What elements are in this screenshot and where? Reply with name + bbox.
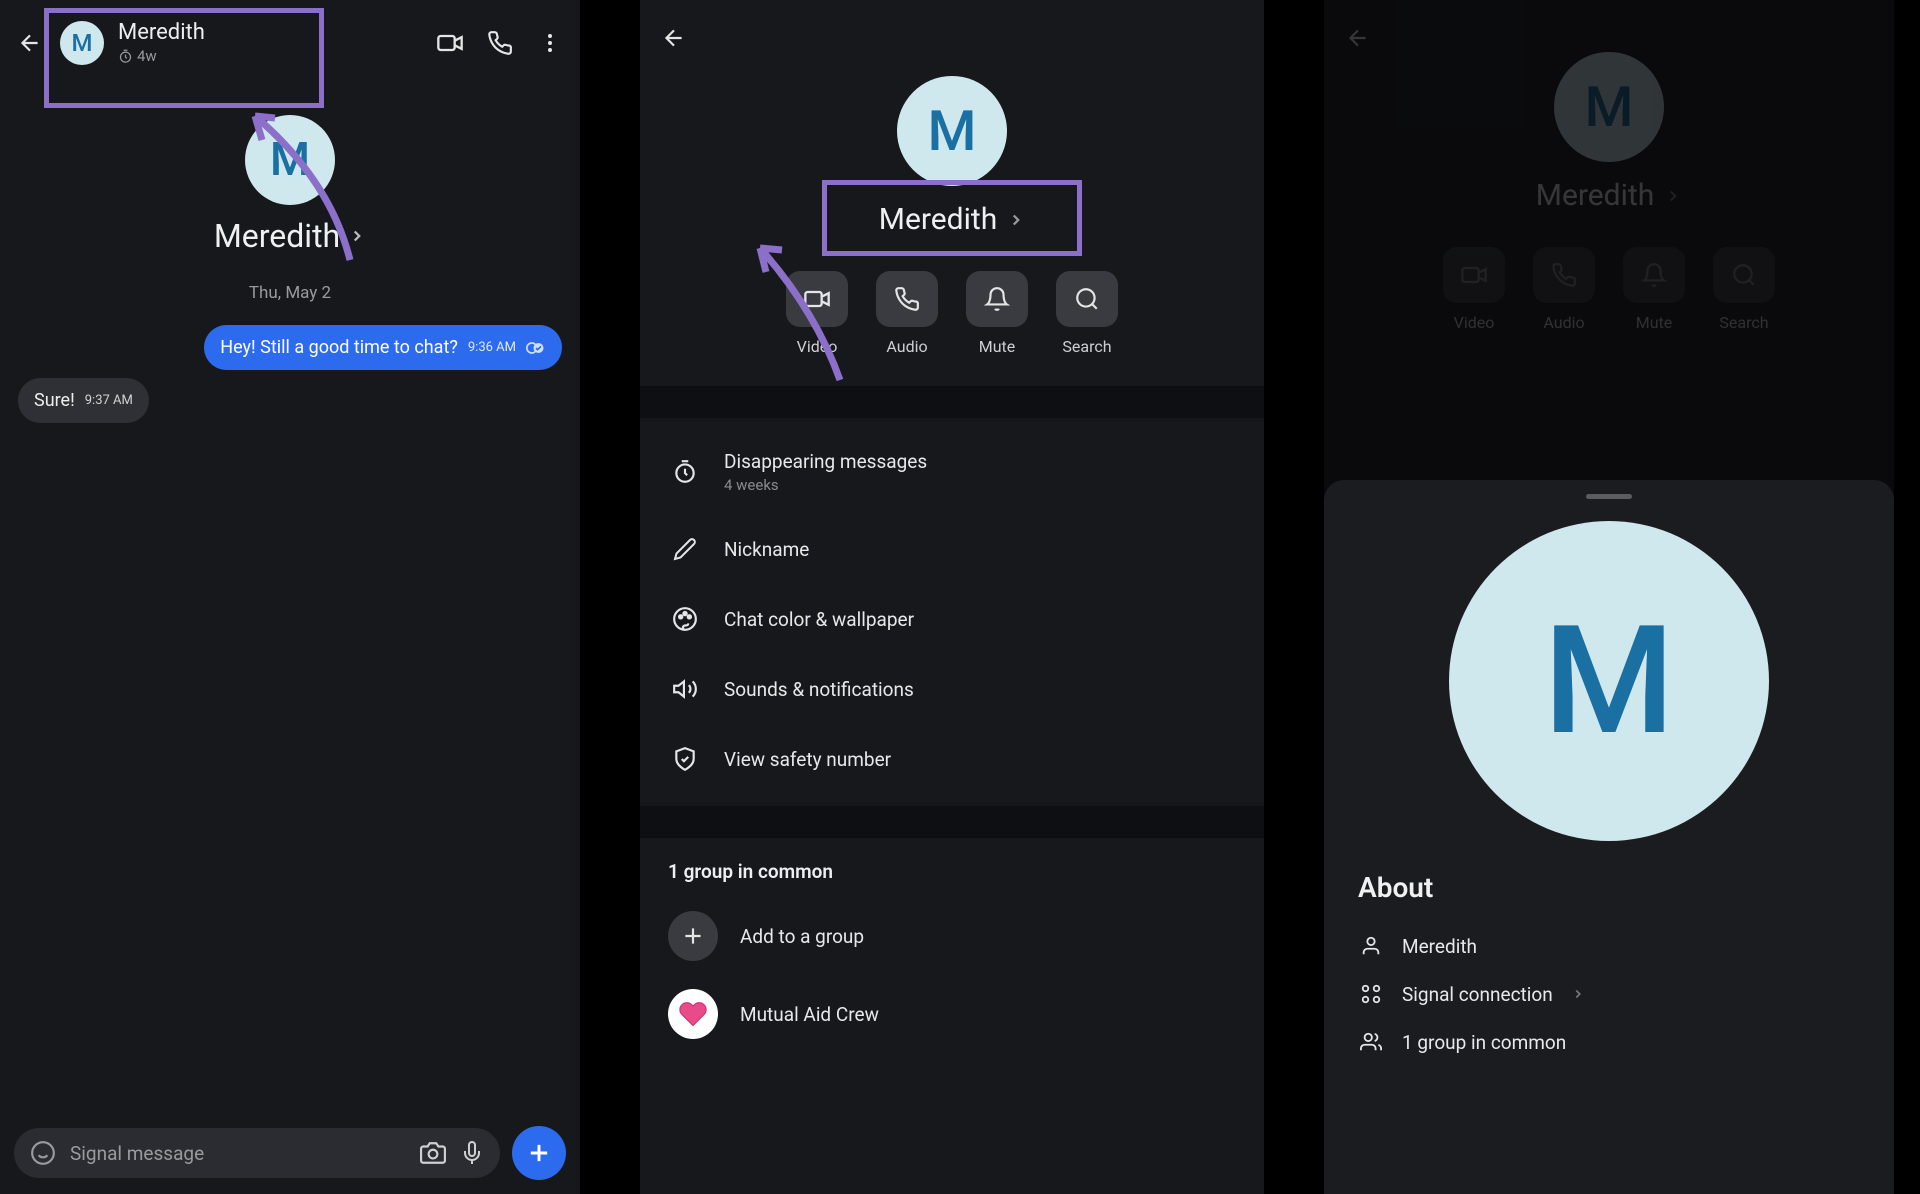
- group-avatar: [668, 989, 718, 1039]
- sheet-drag-handle[interactable]: [1586, 494, 1632, 499]
- video-icon: [436, 29, 464, 57]
- about-bottom-sheet: M About Meredith Signal connection 1 gro…: [1324, 480, 1894, 1194]
- camera-icon[interactable]: [420, 1140, 446, 1166]
- safety-number-row[interactable]: View safety number: [664, 724, 1240, 794]
- audio-call-button[interactable]: [486, 29, 514, 57]
- timer-icon: [670, 457, 700, 487]
- arrow-left-icon: [661, 25, 687, 51]
- search-icon: [1074, 286, 1100, 312]
- connections-icon: [1358, 981, 1384, 1007]
- more-options-button[interactable]: [536, 29, 564, 57]
- action-buttons-row: Video Audio Mute Search: [640, 265, 1264, 386]
- plus-circle-icon: [668, 911, 718, 961]
- chevron-right-icon: [348, 227, 366, 245]
- disappearing-messages-row[interactable]: Disappearing messages 4 weeks: [664, 430, 1240, 514]
- message-composer: Signal message: [14, 1126, 566, 1180]
- section-divider: [640, 806, 1264, 838]
- about-sheet-screen: M Meredith Video Audio Mute Search M Abo…: [1324, 0, 1894, 1194]
- about-name-row: Meredith: [1358, 922, 1860, 970]
- contact-name: Meredith: [118, 20, 205, 45]
- read-receipt-icon: [526, 341, 546, 355]
- mute-action-button[interactable]: Mute: [966, 271, 1028, 356]
- message-row[interactable]: Hey! Still a good time to chat? 9:36 AM: [0, 321, 580, 374]
- heart-icon: [678, 999, 708, 1029]
- header-contact-button[interactable]: M Meredith 4w: [60, 20, 420, 65]
- contact-detail-screen: M Meredith Video Audio Mute Search Disap…: [640, 0, 1264, 1194]
- groups-in-common-header: 1 group in common: [640, 838, 1264, 897]
- attach-button[interactable]: [512, 1126, 566, 1180]
- back-button[interactable]: [16, 29, 44, 57]
- avatar-medium: M: [245, 115, 335, 205]
- audio-action-button[interactable]: Audio: [876, 271, 938, 356]
- shield-icon: [670, 744, 700, 774]
- message-time: 9:37 AM: [85, 393, 133, 408]
- person-icon: [1358, 933, 1384, 959]
- contact-name-button[interactable]: Meredith: [640, 202, 1264, 237]
- contact-name-button[interactable]: Meredith: [0, 217, 580, 255]
- avatar-large[interactable]: M: [897, 76, 1007, 186]
- message-row[interactable]: Sure! 9:37 AM: [0, 374, 580, 427]
- emoji-icon[interactable]: [30, 1140, 56, 1166]
- disappearing-timer: 4w: [118, 47, 205, 65]
- message-time: 9:36 AM: [468, 340, 516, 355]
- video-action-button[interactable]: Video: [786, 271, 848, 356]
- palette-icon: [670, 604, 700, 634]
- arrow-left-icon: [17, 30, 43, 56]
- placeholder-text: Signal message: [70, 1142, 204, 1165]
- sounds-row[interactable]: Sounds & notifications: [664, 654, 1240, 724]
- plus-icon: [525, 1139, 553, 1167]
- message-input[interactable]: Signal message: [14, 1128, 500, 1178]
- video-icon: [803, 285, 831, 313]
- microphone-icon[interactable]: [460, 1141, 484, 1165]
- search-action-button[interactable]: Search: [1056, 271, 1118, 356]
- groups-icon: [1358, 1029, 1384, 1055]
- chat-color-row[interactable]: Chat color & wallpaper: [664, 584, 1240, 654]
- avatar: M: [60, 21, 104, 65]
- bell-icon: [984, 286, 1010, 312]
- chat-header: M Meredith 4w: [0, 0, 580, 85]
- settings-list: Disappearing messages 4 weeks Nickname C…: [640, 418, 1264, 806]
- phone-icon: [894, 286, 920, 312]
- chevron-right-icon: [1007, 211, 1025, 229]
- message-text: Hey! Still a good time to chat?: [220, 337, 458, 358]
- pencil-icon: [670, 534, 700, 564]
- chevron-right-icon: [1571, 987, 1585, 1001]
- group-item[interactable]: Mutual Aid Crew: [640, 975, 1264, 1053]
- nickname-row[interactable]: Nickname: [664, 514, 1240, 584]
- dots-vertical-icon: [538, 31, 562, 55]
- video-call-button[interactable]: [436, 29, 464, 57]
- date-separator: Thu, May 2: [0, 283, 580, 303]
- add-to-group-button[interactable]: Add to a group: [640, 897, 1264, 975]
- back-button[interactable]: [660, 24, 688, 52]
- signal-connection-row[interactable]: Signal connection: [1358, 970, 1860, 1018]
- speaker-icon: [670, 674, 700, 704]
- chat-screen: M Meredith 4w M Meredith Thu: [0, 0, 580, 1194]
- avatar-xl: M: [1449, 521, 1769, 841]
- about-header: About: [1358, 871, 1860, 904]
- message-text: Sure!: [34, 390, 75, 411]
- timer-icon: [118, 49, 133, 64]
- groups-in-common-row[interactable]: 1 group in common: [1358, 1018, 1860, 1066]
- section-divider: [640, 386, 1264, 418]
- phone-icon: [487, 30, 513, 56]
